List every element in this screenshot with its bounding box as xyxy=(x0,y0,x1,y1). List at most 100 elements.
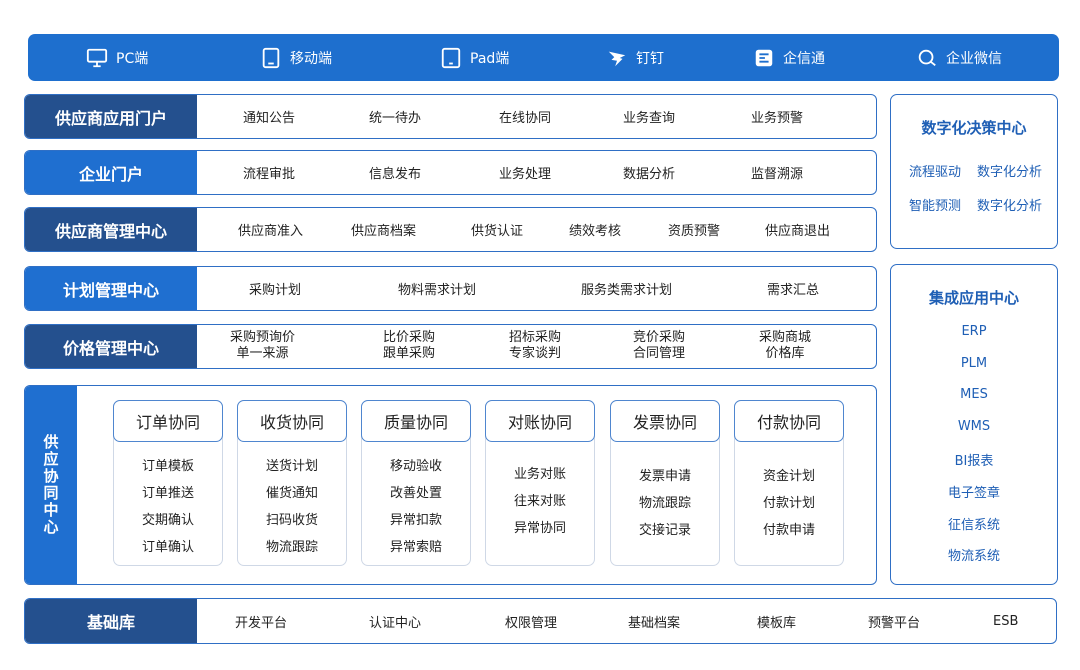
decision-center: 数字化决策中心 流程驱动 数字化分析 智能预测 数字化分析 xyxy=(890,94,1058,249)
integration-title: 集成应用中心 xyxy=(928,289,1019,307)
row-item-line: 专家谈判 xyxy=(509,346,562,361)
integration-item: PLM xyxy=(960,356,988,371)
row-item: 需求汇总 xyxy=(767,283,820,298)
row-item: 采购商城 价格库 xyxy=(759,330,811,362)
card-item: 物流跟踪 xyxy=(265,540,318,555)
card-title: 订单协同 xyxy=(113,400,223,442)
decision-item: 智能预测 xyxy=(909,199,962,214)
row-item: 绩效考核 xyxy=(569,224,622,239)
card-items: 业务对账 往来对账 异常协同 xyxy=(486,461,594,542)
mobile-icon xyxy=(262,47,280,68)
row-item: 供货认证 xyxy=(471,224,524,239)
row-item: 统一待办 xyxy=(369,111,422,126)
base-item: 权限管理 xyxy=(505,615,558,631)
integration-item: MES xyxy=(960,387,988,402)
row-item: 资质预警 xyxy=(668,224,721,239)
card-title: 收货协同 xyxy=(237,400,347,442)
row-item-line: 跟单采购 xyxy=(383,346,436,361)
card-item: 异常扣款 xyxy=(389,513,442,528)
row-item: 招标采购 专家谈判 xyxy=(509,330,561,362)
tablet-icon xyxy=(441,47,461,68)
card-title: 对账协同 xyxy=(485,400,595,442)
base-item: 预警平台 xyxy=(868,615,921,631)
row-item: 数据分析 xyxy=(623,167,676,182)
card-item: 催货通知 xyxy=(265,486,318,501)
card-item: 订单确认 xyxy=(141,540,194,555)
card-item: 发票申请 xyxy=(638,469,691,484)
decision-item: 数字化分析 xyxy=(977,165,1043,180)
monitor-icon xyxy=(86,48,108,67)
card-items: 发票申请 物流跟踪 交接记录 xyxy=(611,463,719,544)
dingtalk-icon xyxy=(608,51,626,66)
card-items: 订单模板 订单推送 交期确认 订单确认 xyxy=(114,453,222,561)
base-library-row: 基础库 开发平台 认证中心 权限管理 基础档案 模板库 预警平台 ESB xyxy=(24,598,1057,644)
platform-label: Pad端 xyxy=(470,50,510,67)
integration-item: 征信系统 xyxy=(947,518,1000,533)
card-item: 物流跟踪 xyxy=(638,496,691,511)
row-item: 比价采购 跟单采购 xyxy=(383,330,435,362)
card-item: 移动验收 xyxy=(389,459,442,474)
base-item: 模板库 xyxy=(757,615,797,631)
card-item: 往来对账 xyxy=(513,494,566,509)
row-item: 供应商退出 xyxy=(765,224,831,239)
card-item: 业务对账 xyxy=(513,467,566,482)
decision-item: 数字化分析 xyxy=(977,199,1043,214)
card-item: 交期确认 xyxy=(141,513,194,528)
card-item: 异常索赔 xyxy=(389,540,442,555)
base-item: ESB xyxy=(993,613,1019,629)
row-label: 价格管理中心 xyxy=(25,325,197,368)
integration-item: ERP xyxy=(961,324,987,339)
integration-item: BI报表 xyxy=(954,454,994,469)
card-item: 订单模板 xyxy=(141,459,194,474)
card-items: 移动验收 改善处置 异常扣款 异常索赔 xyxy=(362,453,470,561)
row-item-line: 采购商城 xyxy=(759,330,812,345)
row-item-line: 合同管理 xyxy=(633,346,686,361)
collab-card-invoice: 发票协同 发票申请 物流跟踪 交接记录 xyxy=(610,400,720,566)
row-item: 物料需求计划 xyxy=(398,283,477,298)
base-item: 开发平台 xyxy=(235,615,288,631)
platform-qixintong: 企信通 xyxy=(753,34,825,81)
decision-title: 数字化决策中心 xyxy=(921,119,1027,137)
row-label: 企业门户 xyxy=(25,151,197,194)
row-item: 监督溯源 xyxy=(751,167,804,182)
platform-label: 钉钉 xyxy=(636,50,664,67)
card-title: 质量协同 xyxy=(361,400,471,442)
card-items: 送货计划 催货通知 扫码收货 物流跟踪 xyxy=(238,453,346,561)
collab-label: 供应协同中心 xyxy=(25,386,77,584)
row-item: 业务处理 xyxy=(499,167,552,182)
collab-card-order: 订单协同 订单模板 订单推送 交期确认 订单确认 xyxy=(113,400,223,566)
row-item-line: 单一来源 xyxy=(236,346,289,361)
card-title: 付款协同 xyxy=(734,400,844,442)
card-item: 付款申请 xyxy=(762,523,815,538)
row-plan-management: 计划管理中心 采购计划 物料需求计划 服务类需求计划 需求汇总 xyxy=(24,266,877,311)
row-price-management: 价格管理中心 采购预询价 单一来源 比价采购 跟单采购 招标采购 专家谈判 竞价… xyxy=(24,324,877,369)
platform-pc: PC端 xyxy=(86,34,148,81)
row-item-line: 价格库 xyxy=(765,346,805,361)
card-item: 送货计划 xyxy=(265,459,318,474)
row-label: 供应商管理中心 xyxy=(25,208,197,251)
row-item: 业务预警 xyxy=(751,111,804,126)
card-item: 异常协同 xyxy=(513,521,566,536)
qixintong-icon xyxy=(755,49,773,66)
row-enterprise-portal: 企业门户 流程审批 信息发布 业务处理 数据分析 监督溯源 xyxy=(24,150,877,195)
row-supplier-management: 供应商管理中心 供应商准入 供应商档案 供货认证 绩效考核 资质预警 供应商退出 xyxy=(24,207,877,252)
supply-collaboration-center: 供应协同中心 订单协同 订单模板 订单推送 交期确认 订单确认 收货协同 送货计… xyxy=(24,385,877,585)
integration-center: 集成应用中心 ERP PLM MES WMS BI报表 电子签章 征信系统 物流… xyxy=(890,264,1058,585)
base-item: 基础档案 xyxy=(628,615,681,631)
card-item: 扫码收货 xyxy=(265,513,318,528)
row-label: 计划管理中心 xyxy=(25,267,197,310)
decision-item: 流程驱动 xyxy=(909,165,962,180)
row-item-line: 采购预询价 xyxy=(230,330,296,345)
card-title: 发票协同 xyxy=(610,400,720,442)
row-item-line: 竞价采购 xyxy=(633,330,686,345)
base-item: 认证中心 xyxy=(369,615,422,631)
row-item-line: 比价采购 xyxy=(383,330,436,345)
platform-wecom: 企业微信 xyxy=(916,34,1002,81)
row-item-line: 招标采购 xyxy=(509,330,562,345)
integration-item: 电子签章 xyxy=(947,486,1000,501)
collab-card-quality: 质量协同 移动验收 改善处置 异常扣款 异常索赔 xyxy=(361,400,471,566)
row-item: 采购预询价 单一来源 xyxy=(230,330,295,362)
row-item: 信息发布 xyxy=(369,167,422,182)
row-item: 通知公告 xyxy=(243,111,296,126)
platform-dingtalk: 钉钉 xyxy=(606,34,664,81)
